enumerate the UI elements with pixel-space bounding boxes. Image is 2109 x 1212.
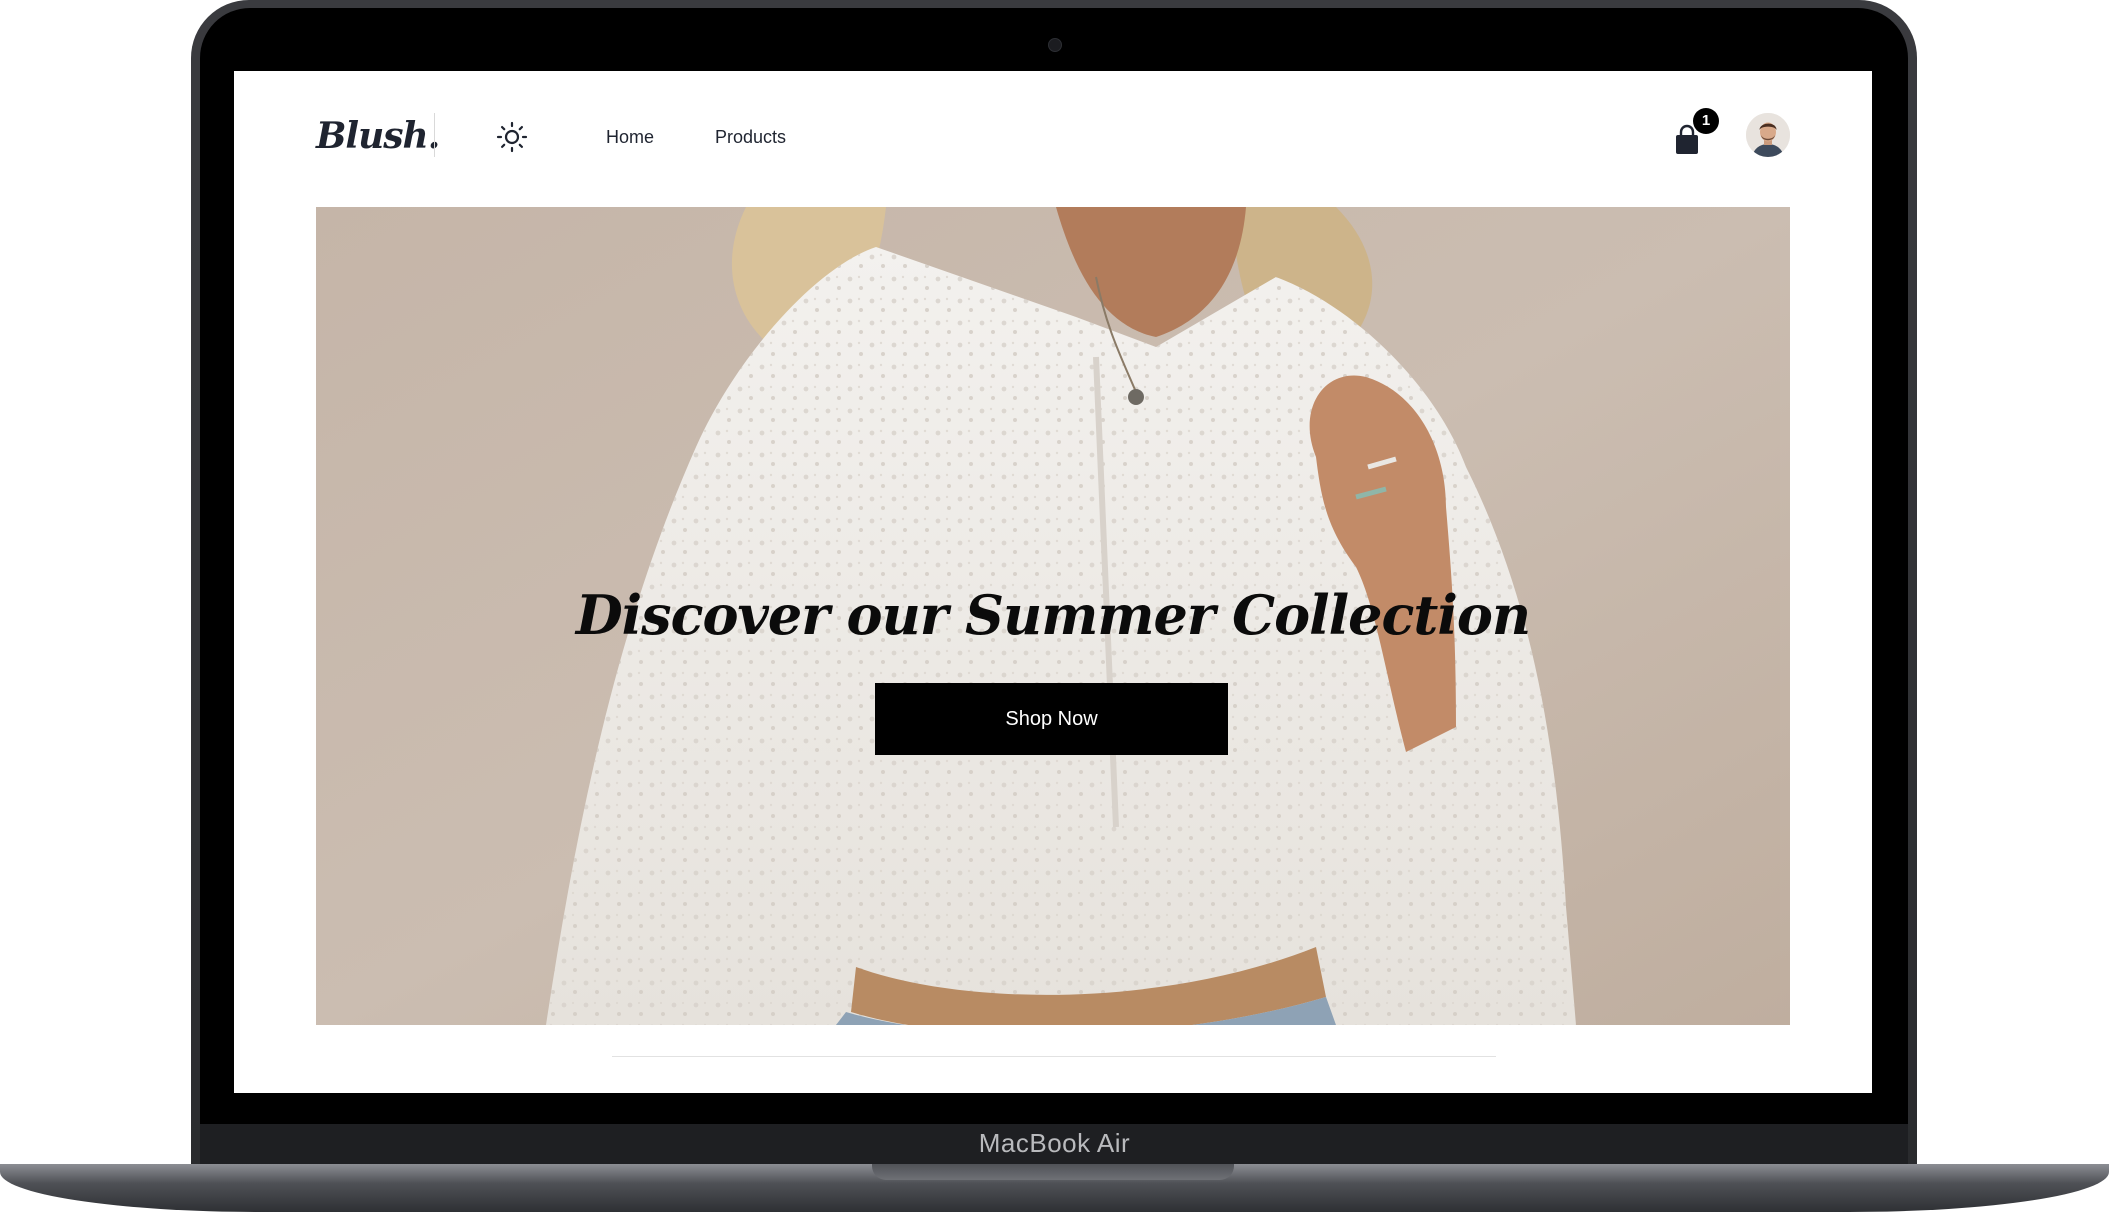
laptop-mockup: Blush. Home Products 1 Discover our Summ…	[0, 0, 2109, 1212]
sun-icon[interactable]	[496, 121, 528, 153]
brand-logo[interactable]: Blush.	[316, 115, 440, 157]
hero-banner: Discover our Summer Collection Shop Now	[316, 207, 1790, 1025]
hero-title: Discover our Summer Collection	[575, 583, 1531, 648]
nav-divider	[434, 113, 435, 157]
device-label: MacBook Air	[978, 1128, 1131, 1158]
nav-products-link[interactable]: Products	[715, 127, 786, 148]
browser-screen: Blush. Home Products 1 Discover our Summ…	[234, 71, 1872, 1093]
user-avatar[interactable]	[1746, 113, 1790, 157]
cart-count-badge: 1	[1693, 108, 1719, 134]
shop-now-button[interactable]: Shop Now	[875, 683, 1228, 755]
navbar: Blush. Home Products 1	[234, 71, 1872, 207]
camera-dot	[1048, 38, 1062, 52]
section-divider	[612, 1056, 1496, 1057]
laptop-hinge-notch	[872, 1164, 1234, 1180]
nav-home-link[interactable]: Home	[606, 127, 654, 148]
